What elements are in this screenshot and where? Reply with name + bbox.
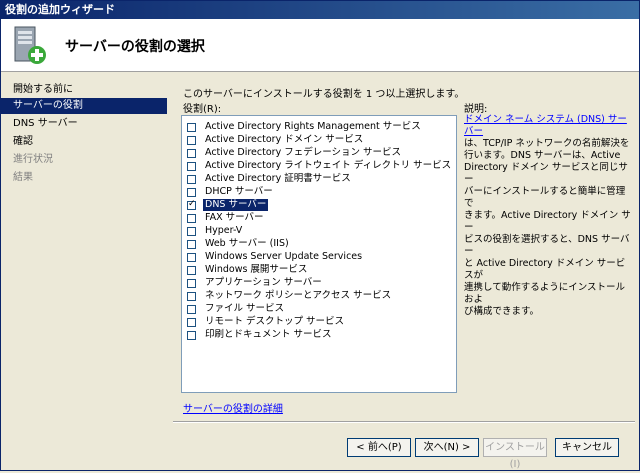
role-item[interactable]: Windows Server Update Services	[187, 251, 364, 263]
window-title: 役割の追加ウィザード	[1, 1, 639, 19]
nav-item-confirmation[interactable]: 確認	[1, 134, 167, 150]
role-label: Active Directory ドメイン サービス	[205, 134, 364, 145]
description-line: Directory ドメイン サービスと同じサー	[464, 162, 628, 185]
role-label: Hyper-V	[205, 225, 243, 236]
nav-item-server-roles[interactable]: サーバーの役割	[1, 98, 167, 114]
footer-separator	[173, 421, 635, 423]
role-checkbox[interactable]	[187, 330, 196, 340]
back-button[interactable]: < 前へ(P)	[347, 438, 411, 457]
page-title: サーバーの役割の選択	[65, 39, 205, 55]
role-checkbox[interactable]	[187, 174, 196, 184]
description-line: は、TCP/IP ネットワークの名前解決を	[464, 138, 630, 149]
description-label: 説明:	[464, 104, 488, 115]
description-link[interactable]: ドメイン ネーム システム (DNS) サーバー	[464, 114, 627, 137]
wizard-nav: 開始する前に サーバーの役割 DNS サーバー 確認 進行状況 結果	[1, 72, 171, 432]
role-item[interactable]: FAX サーバー	[187, 212, 266, 224]
wizard-header: サーバーの役割の選択	[1, 19, 639, 72]
role-item[interactable]: Active Directory 証明書サービス	[187, 173, 353, 185]
wizard-window: 役割の追加ウィザード サーバーの役割の選択 開始する前に サーバーの役割 DNS…	[0, 0, 640, 471]
role-checkbox[interactable]	[187, 265, 196, 275]
role-item[interactable]: リモート デスクトップ サービス	[187, 316, 346, 328]
description-line: び構成できます。	[464, 306, 540, 317]
role-item[interactable]: ファイル サービス	[187, 303, 286, 315]
nav-item-progress: 進行状況	[13, 154, 53, 165]
role-label: DHCP サーバー	[205, 186, 273, 197]
role-label: リモート デスクトップ サービス	[205, 316, 345, 327]
roles-label: 役割(R):	[183, 104, 222, 115]
role-item-dns-server[interactable]: DNS サーバー	[187, 199, 269, 211]
role-checkbox[interactable]	[187, 304, 196, 314]
description-line: きます。Active Directory ドメイン サー	[464, 210, 631, 233]
role-item[interactable]: Active Directory ライトウェイト ディレクトリ サービス	[187, 160, 453, 172]
role-checkbox[interactable]	[187, 161, 196, 171]
role-label: Active Directory 証明書サービス	[205, 173, 351, 184]
role-label: ネットワーク ポリシーとアクセス サービス	[205, 290, 392, 301]
role-label: Web サーバー (IIS)	[205, 238, 289, 249]
description-line: ビスの役割を選択すると、DNS サーバー	[464, 234, 630, 257]
role-label: アプリケーション サーバー	[205, 277, 322, 288]
role-checkbox[interactable]	[187, 187, 196, 197]
role-item[interactable]: DHCP サーバー	[187, 186, 275, 198]
nav-item-dns-server[interactable]: DNS サーバー	[1, 116, 167, 132]
role-checkbox-checked[interactable]	[187, 199, 196, 210]
role-checkbox[interactable]	[187, 226, 196, 236]
server-add-icon	[14, 26, 46, 64]
role-label: Windows 展開サービス	[205, 264, 308, 275]
role-item[interactable]: Web サーバー (IIS)	[187, 238, 291, 250]
server-roles-details-link[interactable]: サーバーの役割の詳細	[183, 400, 283, 415]
role-checkbox[interactable]	[187, 213, 196, 223]
role-checkbox[interactable]	[187, 122, 196, 132]
nav-item-results: 結果	[13, 172, 33, 183]
role-item[interactable]: 印刷とドキュメント サービス	[187, 329, 334, 341]
role-item[interactable]: Active Directory ドメイン サービス	[187, 134, 365, 146]
role-label: FAX サーバー	[205, 212, 264, 223]
roles-listbox[interactable]: Active Directory Rights Management サービス …	[181, 115, 457, 393]
cancel-button[interactable]: キャンセル	[555, 438, 619, 457]
role-checkbox[interactable]	[187, 252, 196, 262]
role-checkbox[interactable]	[187, 291, 196, 301]
role-item[interactable]: アプリケーション サーバー	[187, 277, 324, 289]
role-label: Active Directory フェデレーション サービス	[205, 147, 402, 158]
nav-item-before-you-begin[interactable]: 開始する前に	[1, 82, 167, 98]
role-checkbox[interactable]	[187, 135, 196, 145]
role-item[interactable]: Windows 展開サービス	[187, 264, 309, 276]
role-item[interactable]: Active Directory フェデレーション サービス	[187, 147, 403, 159]
role-checkbox[interactable]	[187, 317, 196, 327]
role-checkbox[interactable]	[187, 239, 196, 249]
description-panel: ドメイン ネーム システム (DNS) サーバー は、TCP/IP ネットワーク…	[464, 114, 632, 318]
description-line: と Active Directory ドメイン サービスが	[464, 258, 626, 281]
role-label: Windows Server Update Services	[205, 251, 363, 262]
role-label: DNS サーバー	[203, 199, 269, 211]
next-button[interactable]: 次へ(N) >	[415, 438, 479, 457]
description-line: 連携して動作するようにインストールおよ	[464, 282, 626, 305]
description-line: バーにインストールすると簡単に管理で	[464, 186, 626, 209]
role-checkbox[interactable]	[187, 278, 196, 288]
role-label: 印刷とドキュメント サービス	[205, 329, 332, 340]
role-item[interactable]: ネットワーク ポリシーとアクセス サービス	[187, 290, 393, 302]
role-checkbox[interactable]	[187, 148, 196, 158]
role-label: Active Directory ライトウェイト ディレクトリ サービス	[205, 160, 452, 171]
role-item[interactable]: Hyper-V	[187, 225, 244, 237]
description-line: 行います。DNS サーバーは、Active	[464, 150, 621, 161]
role-label: Active Directory Rights Management サービス	[205, 121, 421, 132]
install-button: インストール(I)	[483, 438, 547, 470]
role-label: ファイル サービス	[205, 303, 285, 314]
instruction-text: このサーバーにインストールする役割を 1 つ以上選択します。	[183, 89, 465, 100]
role-item[interactable]: Active Directory Rights Management サービス	[187, 121, 423, 133]
